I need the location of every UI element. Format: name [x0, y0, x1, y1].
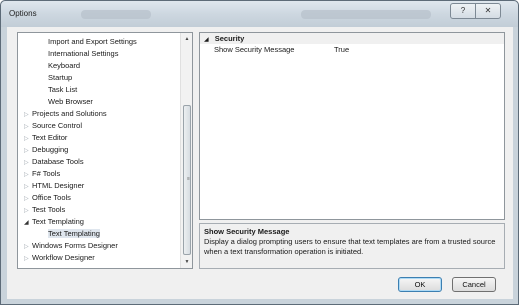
tree-item[interactable]: ▷ F# Tools	[24, 169, 60, 179]
tree-item-label: Workflow Designer	[32, 253, 95, 262]
tree-item-label: Text Editor	[32, 133, 68, 142]
scroll-thumb[interactable]: ≡	[183, 105, 191, 255]
expand-arrow-icon[interactable]: ▷	[24, 194, 32, 204]
tree-item[interactable]: ▷ Debugging	[24, 145, 68, 155]
property-grid[interactable]: ◢ Security Show Security Message True	[199, 32, 505, 220]
tree-item[interactable]: ▷ Projects and Solutions	[24, 109, 107, 119]
tree-item-label: Source Control	[32, 121, 83, 130]
property-value[interactable]: True	[334, 44, 349, 55]
expand-arrow-icon[interactable]: ▷	[24, 254, 32, 264]
window-title: Options	[9, 9, 37, 18]
expand-arrow-icon[interactable]: ▷	[24, 206, 32, 216]
expand-arrow-icon[interactable]: ▷	[24, 122, 32, 132]
scroll-up-icon[interactable]: ▲	[181, 33, 193, 45]
tree-item-label: Import and Export Settings	[48, 37, 137, 46]
tree-item[interactable]: ▷ Office Tools	[24, 193, 71, 203]
tree-item-label: Test Tools	[32, 205, 66, 214]
tree-item-label: HTML Designer	[32, 181, 85, 190]
tree-item[interactable]: Startup	[48, 73, 72, 83]
tree-item-label: Text Templating	[48, 229, 100, 238]
title-bar[interactable]: Options ? ✕	[1, 1, 518, 27]
close-button[interactable]: ✕	[475, 3, 501, 19]
description-title: Show Security Message	[204, 227, 290, 236]
tree-item-label: Web Browser	[48, 97, 93, 106]
description-text: Display a dialog prompting users to ensu…	[204, 237, 496, 256]
options-tree[interactable]: Import and Export Settings International …	[17, 32, 193, 269]
tree-item[interactable]: ▷ Test Tools	[24, 205, 65, 215]
tree-item-label: Windows Forms Designer	[32, 241, 118, 250]
help-button[interactable]: ?	[450, 3, 476, 19]
tree-item-label: F# Tools	[32, 169, 61, 178]
grip-icon: ≡	[187, 176, 190, 182]
cancel-button[interactable]: Cancel	[452, 277, 496, 292]
scroll-down-icon[interactable]: ▼	[181, 256, 193, 268]
tree-item[interactable]: ▷ Database Tools	[24, 157, 84, 167]
tree-items: Import and Export Settings International …	[18, 33, 180, 268]
expand-arrow-icon[interactable]: ▷	[24, 146, 32, 156]
background-blur	[81, 10, 151, 19]
tree-item-label: Task List	[48, 85, 78, 94]
options-dialog: Options ? ✕ Import and Export Settings In…	[0, 0, 519, 305]
tree-item-label: Startup	[48, 73, 73, 82]
tree-item-label: Database Tools	[32, 157, 84, 166]
description-pane: Show Security Message Display a dialog p…	[199, 223, 505, 269]
collapse-arrow-icon[interactable]: ◢	[24, 218, 32, 228]
expand-arrow-icon[interactable]: ▷	[24, 134, 32, 144]
tree-item[interactable]: ▷ Text Editor	[24, 133, 67, 143]
tree-item-label: International Settings	[48, 49, 119, 58]
collapse-arrow-icon[interactable]: ◢	[204, 37, 209, 43]
expand-arrow-icon[interactable]: ▷	[24, 170, 32, 180]
tree-item[interactable]: ▷ Windows Forms Designer	[24, 241, 118, 251]
tree-item[interactable]: International Settings	[48, 49, 118, 59]
property-category[interactable]: ◢ Security	[200, 33, 504, 44]
expand-arrow-icon[interactable]: ▷	[24, 182, 32, 192]
expand-arrow-icon[interactable]: ▷	[24, 242, 32, 252]
tree-item-label: Projects and Solutions	[32, 109, 107, 118]
ok-button[interactable]: OK	[398, 277, 442, 292]
tree-item[interactable]: Text Templating	[48, 229, 100, 239]
tree-item[interactable]: Web Browser	[48, 97, 93, 107]
tree-item[interactable]: ▷ HTML Designer	[24, 181, 84, 191]
property-row[interactable]: Show Security Message True	[200, 44, 504, 55]
tree-item[interactable]: ▷ Source Control	[24, 121, 82, 131]
tree-item[interactable]: Task List	[48, 85, 77, 95]
tree-item-label: Debugging	[32, 145, 69, 154]
background-blur	[301, 10, 431, 19]
category-label: Security	[214, 34, 245, 43]
tree-item[interactable]: Keyboard	[48, 61, 80, 71]
tree-item-label: Keyboard	[48, 61, 81, 70]
expand-arrow-icon[interactable]: ▷	[24, 110, 32, 120]
dialog-client-area: Import and Export Settings International …	[7, 27, 513, 299]
tree-item[interactable]: Import and Export Settings	[48, 37, 137, 47]
tree-scrollbar[interactable]: ▲ ≡ ▼	[180, 33, 192, 268]
tree-item-label: Office Tools	[32, 193, 71, 202]
property-name: Show Security Message	[214, 45, 295, 54]
tree-item-label: Text Templating	[32, 217, 84, 226]
expand-arrow-icon[interactable]: ▷	[24, 158, 32, 168]
tree-item[interactable]: ▷ Workflow Designer	[24, 253, 95, 263]
tree-item[interactable]: ◢ Text Templating	[24, 217, 84, 227]
